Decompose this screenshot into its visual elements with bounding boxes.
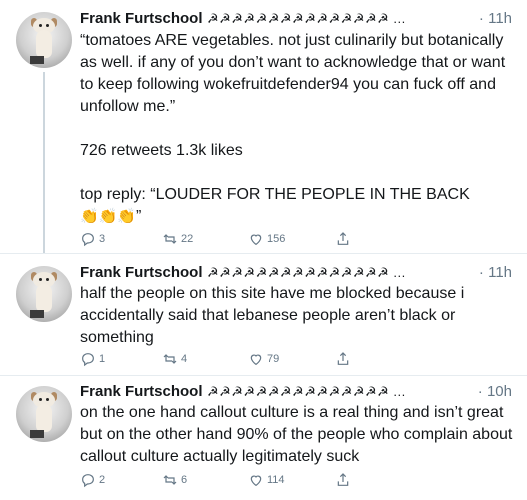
share-button[interactable] (335, 229, 354, 249)
reply-count: 2 (99, 474, 106, 486)
share-icon (337, 473, 349, 486)
quote-close: ” (136, 208, 142, 225)
reply-button[interactable]: 1 (80, 349, 105, 369)
tweet-actions: 2 6 114 (80, 470, 380, 490)
like-count: 114 (267, 474, 285, 486)
like-button[interactable]: 156 (248, 229, 285, 249)
reply-count: 1 (99, 353, 106, 365)
heart-icon (250, 475, 262, 487)
heart-icon (250, 354, 262, 366)
display-name[interactable]: Frank Furtschool (80, 10, 203, 27)
avatar[interactable] (16, 266, 72, 322)
timestamp[interactable]: · 11h (479, 8, 512, 30)
share-icon (337, 352, 349, 365)
tweet-header: Frank Furtschool ☭☭☭☭☭☭☭☭☭☭☭☭☭☭☭ ... · 1… (80, 8, 520, 32)
reply-icon (82, 233, 94, 247)
reply-icon (82, 353, 94, 367)
tweet-1[interactable]: Frank Furtschool ☭☭☭☭☭☭☭☭☭☭☭☭☭☭☭ ... · 1… (0, 0, 527, 253)
retweet-count: 4 (181, 353, 188, 365)
retweet-button[interactable]: 22 (162, 229, 193, 249)
retweet-count: 6 (181, 474, 188, 486)
tweet-3[interactable]: Frank Furtschool ☭☭☭☭☭☭☭☭☭☭☭☭☭☭☭ ... · 1… (0, 376, 527, 500)
retweet-button[interactable]: 4 (162, 349, 187, 369)
tweet-paragraph: 726 retweets 1.3k likes (80, 142, 243, 159)
timestamp[interactable]: · 10h (478, 381, 512, 403)
clap-emoji: 👏👏👏 (80, 208, 137, 225)
heart-icon (250, 234, 262, 246)
tweet-actions: 1 4 79 (80, 349, 380, 369)
retweet-icon (163, 234, 177, 244)
name-emoji: ☭☭☭☭☭☭☭☭☭☭☭☭☭☭☭ ... (206, 11, 406, 26)
share-button[interactable] (335, 470, 354, 490)
avatar[interactable] (16, 12, 72, 68)
tweet-text: on the one hand callout culture is a rea… (80, 404, 513, 465)
name-emoji: ☭☭☭☭☭☭☭☭☭☭☭☭☭☭☭ ... (206, 384, 406, 399)
tweet-paragraph: top reply: “LOUDER FOR THE PEOPLE IN THE… (80, 184, 516, 228)
tweet-text: half the people on this site have me blo… (80, 285, 465, 346)
like-count: 79 (267, 353, 280, 365)
tweet-feed: Frank Furtschool ☭☭☭☭☭☭☭☭☭☭☭☭☭☭☭ ... · 1… (0, 0, 527, 500)
tweet-paragraph-text: top reply: “LOUDER FOR THE PEOPLE IN THE… (80, 186, 470, 203)
like-button[interactable]: 79 (248, 349, 279, 369)
timestamp[interactable]: · 11h (479, 262, 512, 284)
tweet-2[interactable]: Frank Furtschool ☭☭☭☭☭☭☭☭☭☭☭☭☭☭☭ ... · 1… (0, 254, 527, 375)
like-count: 156 (267, 233, 286, 245)
display-name[interactable]: Frank Furtschool (80, 264, 203, 281)
display-name[interactable]: Frank Furtschool (80, 383, 203, 400)
reply-count: 3 (99, 233, 106, 245)
reply-icon (82, 474, 94, 488)
retweet-icon (163, 475, 177, 485)
retweet-button[interactable]: 6 (162, 470, 187, 490)
thread-line (43, 72, 45, 253)
name-emoji: ☭☭☭☭☭☭☭☭☭☭☭☭☭☭☭ ... (206, 265, 406, 280)
tweet-paragraph: “tomatoes ARE vegetables. not just culin… (80, 32, 506, 115)
avatar[interactable] (16, 386, 72, 442)
share-button[interactable] (335, 349, 354, 369)
share-icon (337, 232, 349, 245)
like-button[interactable]: 114 (248, 470, 285, 490)
reply-button[interactable]: 2 (80, 470, 105, 490)
retweet-icon (163, 354, 177, 364)
reply-button[interactable]: 3 (80, 229, 105, 249)
tweet-text: “tomatoes ARE vegetables. not just culin… (80, 30, 516, 228)
tweet-actions: 3 22 156 (80, 229, 380, 249)
retweet-count: 22 (181, 233, 194, 245)
